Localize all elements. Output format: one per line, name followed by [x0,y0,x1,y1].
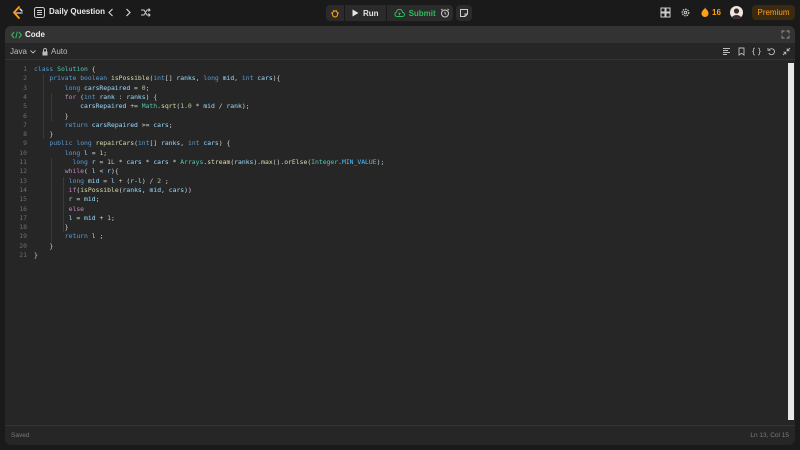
braces-icon[interactable] [752,47,761,56]
status-bar: Saved Ln 13, Col 15 [5,425,795,445]
code-text: carsRepaired += Math.sqrt(1.0 * mid / ra… [80,102,250,111]
code-text: } [34,241,54,250]
cursor-position: Ln 13, Col 15 [750,432,789,439]
problem-list-icon[interactable] [34,7,45,18]
note-icon [460,9,468,17]
code-panel: Code Java Auto 1 class Solution { 2 privat… [5,26,795,445]
lock-icon [42,47,48,55]
line-number: 4 [23,92,27,101]
collapse-icon[interactable] [782,47,791,56]
line-number: 20 [19,241,27,250]
fire-icon [701,7,709,17]
code-text: long mid = l + (r-l) / 2 ; [68,176,169,185]
line-number: 19 [19,232,27,241]
line-number: 18 [19,223,27,232]
saved-status: Saved [11,432,30,439]
run-button[interactable]: Run [344,5,386,21]
line-number: 7 [23,120,27,129]
code-text: long r = 1L * cars * cars * Arrays.strea… [72,158,385,166]
code-tab-label: Code [25,30,45,39]
code-text: } [34,251,38,259]
code-text: return l ; [64,232,104,241]
gear-icon[interactable] [680,7,691,18]
code-text: class Solution { [34,65,96,73]
chevron-right-icon[interactable] [123,7,133,18]
language-label: Java [10,47,27,56]
shuffle-icon[interactable] [140,7,151,18]
code-text: long carsRepaired = 0; [64,83,150,92]
line-number: 16 [19,204,27,213]
line-number: 5 [23,102,27,111]
line-number: 9 [23,139,27,148]
code-text: r = mid; [68,195,100,204]
layout-grid-icon[interactable] [660,7,671,18]
auto-mode[interactable]: Auto [42,47,67,56]
indent-guide [43,74,44,140]
code-tab[interactable]: Code [11,30,45,39]
code-text: for (int rank : ranks) { [64,92,158,101]
debug-button[interactable] [326,5,344,21]
code-text: l = mid + 1; [68,213,115,222]
streak-count: 16 [712,7,721,17]
indent-guide [63,176,64,233]
chevron-left-icon[interactable] [106,7,116,18]
line-number: 21 [19,251,27,259]
line-number: 3 [23,83,27,92]
code-brackets-icon [11,31,22,38]
panel-header: Code [5,26,795,43]
submit-label: Submit [408,8,436,18]
streak-counter[interactable]: 16 [701,7,721,17]
bookmark-icon[interactable] [737,47,746,56]
line-number: 8 [23,130,27,139]
daily-question-title[interactable]: Daily Question [49,7,105,16]
indent-guide [51,158,52,242]
line-number: 2 [23,74,27,83]
editor-tools [722,47,791,56]
alarm-clock-icon [440,8,450,18]
line-number: 1 [23,65,27,73]
submit-button[interactable]: Submit [385,5,443,21]
code-text: while( l < r){ [64,167,119,176]
code-text: else [68,204,85,213]
code-text: if(isPossible(ranks, mid, cars)) [68,185,192,194]
code-text: return carsRepaired >= cars; [64,120,173,129]
run-label: Run [363,8,379,18]
line-number: 13 [19,176,27,185]
leetcode-logo-icon[interactable] [11,6,24,20]
run-controls: Run Submit [326,5,443,21]
line-number: 14 [19,185,27,194]
timer-button[interactable] [437,5,453,21]
bug-icon [331,9,339,18]
code-editor[interactable]: 1 class Solution { 2 private boolean isPos… [5,63,788,423]
maximize-icon[interactable] [781,30,790,39]
language-select[interactable]: Java [10,47,36,56]
reset-icon[interactable] [767,47,776,56]
line-number: 12 [19,167,27,176]
line-number: 6 [23,111,27,120]
cloud-upload-icon [394,9,405,17]
chevron-down-icon [30,49,36,54]
play-icon [352,9,359,17]
notes-button[interactable] [456,5,472,21]
code-text: public long repairCars(int[] ranks, int … [49,139,231,148]
editor-toolbar: Java Auto [5,43,795,60]
line-number: 11 [19,158,27,166]
format-icon[interactable] [722,47,731,56]
top-navbar: Daily Question Run Submit 16 Premium [0,0,800,25]
code-text: private boolean isPossible(int[] ranks, … [49,74,281,83]
line-number: 17 [19,213,27,222]
premium-button[interactable]: Premium [752,5,795,20]
auto-label: Auto [51,47,68,56]
avatar-icon [731,8,742,19]
scrollbar-thumb[interactable] [788,63,794,420]
indent-guide [51,92,52,121]
code-text: long l = 1; [64,148,108,157]
user-avatar[interactable] [730,6,743,19]
line-number: 15 [19,195,27,204]
line-number: 10 [19,148,27,157]
